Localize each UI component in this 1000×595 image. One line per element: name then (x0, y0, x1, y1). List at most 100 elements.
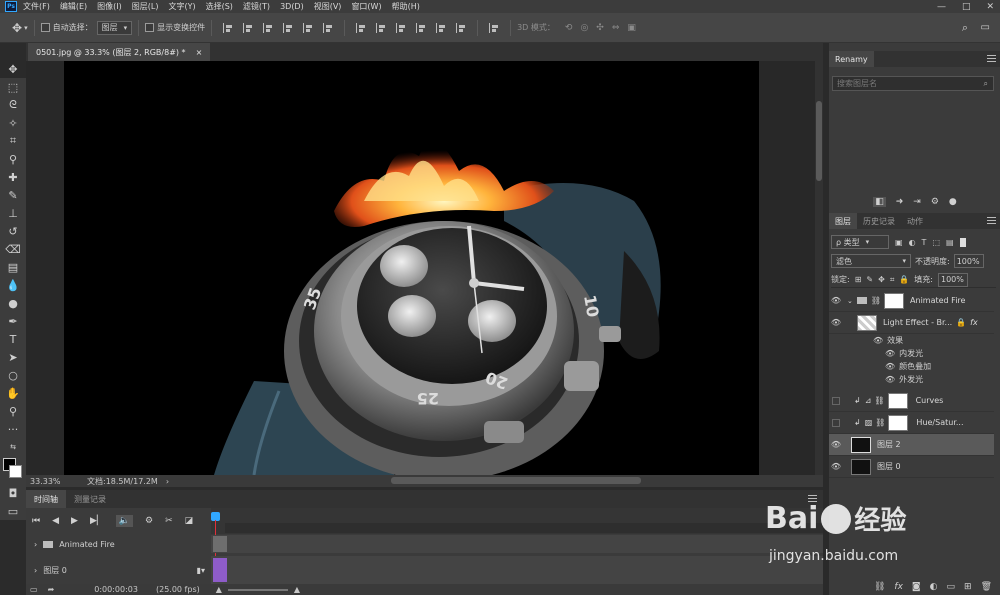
blur-tool-icon[interactable]: 💧 (0, 276, 26, 294)
panel-menu-icon[interactable] (987, 217, 996, 224)
timeline-zoom-slider[interactable] (227, 588, 288, 591)
lasso-tool-icon[interactable]: ᘓ (0, 96, 26, 114)
menu-filter[interactable]: 滤镜(T) (243, 1, 270, 12)
menu-file[interactable]: 文件(F) (23, 1, 50, 12)
menu-type[interactable]: 文字(Y) (168, 1, 195, 12)
menu-image[interactable]: 图像(I) (97, 1, 122, 12)
fill-input[interactable]: 100% (938, 272, 968, 287)
chevron-right-icon[interactable]: › (34, 540, 37, 549)
arrow-icon[interactable]: ➜ (896, 197, 904, 207)
layer-name[interactable]: Animated Fire (910, 296, 965, 305)
visibility-toggle[interactable] (832, 418, 840, 427)
minimize-button[interactable]: — (937, 2, 946, 12)
filter-type-icon[interactable]: T (922, 238, 927, 247)
distribute-bottom-icon[interactable] (396, 22, 406, 33)
menu-3d[interactable]: 3D(D) (280, 2, 304, 11)
healing-brush-tool-icon[interactable]: ✚ (0, 168, 26, 186)
eye-icon[interactable]: 👁 (829, 440, 843, 449)
tab-history[interactable]: 历史记录 (857, 213, 901, 229)
horizontal-scrollbar-thumb[interactable] (391, 477, 641, 484)
layer-mask-thumbnail[interactable] (888, 414, 909, 431)
trash-icon[interactable]: 🗑 (981, 582, 992, 592)
visibility-toggle[interactable] (832, 396, 840, 405)
close-button[interactable]: ✕ (986, 2, 994, 12)
eye-icon[interactable]: 👁 (873, 336, 883, 345)
eraser-tool-icon[interactable]: ⌫ (0, 240, 26, 258)
tab-timeline[interactable]: 时间轴 (26, 490, 66, 508)
background-color[interactable] (9, 465, 22, 478)
split-icon[interactable]: ✂ (165, 516, 173, 526)
eye-icon[interactable]: 👁 (829, 318, 843, 327)
track-layer-0[interactable]: › 图层 0 ▮▾ (26, 556, 211, 584)
layer-name[interactable]: 图层 2 (877, 439, 901, 450)
mask-icon[interactable]: ◙ (912, 582, 921, 592)
distribute-middle-icon[interactable] (376, 22, 386, 33)
zoom-in-icon[interactable]: ▲ (294, 585, 300, 594)
help-icon[interactable]: ● (949, 197, 957, 207)
timeline-ruler[interactable] (211, 508, 823, 584)
layer-row-layer-2[interactable]: 👁 图层 2 (829, 434, 994, 456)
menu-layer[interactable]: 图层(L) (132, 1, 159, 12)
lock-all-icon[interactable]: 🔒 (899, 275, 909, 284)
menu-window[interactable]: 窗口(W) (351, 1, 381, 12)
3d-scale-icon[interactable]: ▣ (627, 23, 636, 33)
track-row-layer-0[interactable] (211, 556, 823, 584)
marquee-tool-icon[interactable]: ⬚ (0, 78, 26, 96)
effects-row[interactable]: 👁 效果 (873, 334, 903, 347)
chevron-down-icon[interactable]: ⌄ (847, 297, 853, 305)
track-animated-fire[interactable]: › Animated Fire (26, 535, 211, 553)
filter-smart-icon[interactable]: ▤ (946, 238, 954, 247)
menu-view[interactable]: 视图(V) (314, 1, 342, 12)
adjustment-icon[interactable]: ◐ (930, 582, 938, 592)
filter-pixel-icon[interactable]: ▣ (895, 238, 903, 247)
track-row-animated-fire[interactable] (211, 535, 823, 553)
panel-icon[interactable]: ◧ (873, 197, 886, 207)
auto-select-checkbox[interactable] (40, 23, 50, 32)
layer-mask-thumbnail[interactable] (884, 292, 905, 309)
distribute-top-icon[interactable] (356, 22, 366, 33)
close-tab-icon[interactable]: × (196, 48, 203, 57)
layer-row-animated-fire[interactable]: 👁 ⌄ ⛓ Animated Fire (829, 290, 994, 312)
3d-slide-icon[interactable]: ⇔ (612, 23, 620, 33)
filter-adjustment-icon[interactable]: ◐ (909, 238, 916, 247)
3d-rotate-icon[interactable]: ⟲ (565, 23, 573, 33)
layer-row-light-effect[interactable]: 👁 Light Effect - Br... 🔒 fx (829, 312, 994, 334)
tab-measurement-log[interactable]: 测量记录 (66, 490, 114, 508)
layer-thumbnail[interactable] (857, 314, 877, 331)
layer-name[interactable]: Curves (916, 396, 944, 405)
shape-tool-icon[interactable]: ○ (0, 366, 26, 384)
align-right-icon[interactable] (263, 22, 273, 33)
renamy-search-input[interactable]: 搜索图层名 ⌕ (832, 76, 994, 91)
auto-align-icon[interactable] (489, 22, 499, 33)
opacity-input[interactable]: 100% (953, 254, 984, 268)
scrollbar-thumb[interactable] (816, 101, 822, 181)
eye-icon[interactable]: 👁 (885, 362, 895, 371)
document-tab[interactable]: 0501.jpg @ 33.3% (图层 2, RGB/8#) * × (28, 43, 211, 61)
lock-position-icon[interactable]: ✥ (878, 275, 885, 284)
brush-tool-icon[interactable]: ✎ (0, 186, 26, 204)
menu-help[interactable]: 帮助(H) (392, 1, 420, 12)
group-clip[interactable] (213, 536, 227, 552)
lock-image-icon[interactable]: ✎ (866, 275, 873, 284)
effect-row-inner-glow[interactable]: 👁 内发光 (885, 347, 923, 360)
tab-layers[interactable]: 图层 (829, 213, 857, 229)
new-layer-icon[interactable]: ⊞ (964, 582, 972, 592)
dodge-tool-icon[interactable]: ● (0, 294, 26, 312)
effect-row-color-overlay[interactable]: 👁 颜色叠加 (885, 360, 931, 373)
vertical-scrollbar[interactable] (815, 61, 823, 475)
workspace-icon[interactable]: ▭ (981, 22, 990, 33)
distribute-right-icon[interactable] (456, 22, 466, 33)
link-icon[interactable]: ⛓ (874, 582, 885, 592)
distribute-center-icon[interactable] (436, 22, 446, 33)
default-colors-icon[interactable]: ⇆ (0, 438, 26, 456)
chevron-right-icon[interactable]: › (34, 566, 37, 575)
filter-kind-dropdown[interactable]: ρ 类型 ▾ (831, 235, 889, 249)
filter-toggle-icon[interactable] (959, 237, 966, 247)
convert-icon[interactable]: ➦ (48, 585, 55, 594)
3d-drag-icon[interactable]: ✣ (596, 23, 604, 33)
layer-thumbnail[interactable] (851, 436, 871, 453)
eye-icon[interactable]: 👁 (829, 462, 843, 471)
layer-name[interactable]: Light Effect - Br... (883, 318, 952, 327)
clip-menu-icon[interactable]: ▮▾ (197, 566, 205, 575)
eyedropper-tool-icon[interactable]: ⚲ (0, 150, 26, 168)
